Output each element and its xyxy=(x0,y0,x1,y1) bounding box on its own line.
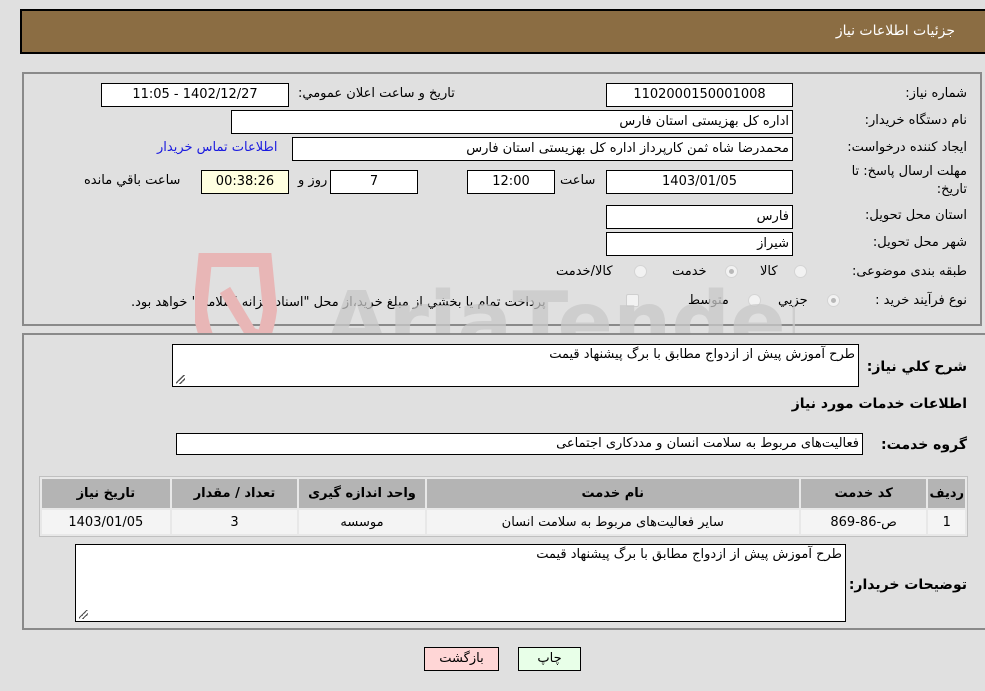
creator-field: محمدرضا شاه ثمن کارپرداز اداره کل بهزیست… xyxy=(292,137,793,161)
category-label: طبقه بندی موضوعی: xyxy=(851,264,967,279)
province-field: فارس xyxy=(606,205,793,229)
services-heading: اطلاعات خدمات مورد نیاز xyxy=(791,396,967,412)
print-button[interactable]: چاپ xyxy=(518,647,581,671)
days-label: روز و xyxy=(298,173,328,188)
cell-unit: موسسه xyxy=(299,510,425,534)
buyer-org-label: نام دستگاه خريدار: xyxy=(864,113,967,128)
purchase-radio-minor[interactable] xyxy=(827,294,840,307)
buyer-org-field: اداره کل بهزیستی استان فارس xyxy=(231,110,793,134)
time-label: ساعت xyxy=(560,173,596,188)
treasury-checkbox[interactable] xyxy=(626,294,639,307)
deadline-time-field: 12:00 xyxy=(467,170,555,194)
buyer-notes-label: توضیحات خریدار: xyxy=(848,577,967,593)
creator-label: ایجاد کننده درخواست: xyxy=(847,140,967,155)
announce-datetime-field: 1402/12/27 - 11:05 xyxy=(101,83,289,107)
cell-quantity: 3 xyxy=(171,510,298,534)
announce-label: تاریخ و ساعت اعلان عمومي: xyxy=(298,86,455,101)
general-desc-label: شرح کلي نياز: xyxy=(866,359,967,375)
col-header-service-code: کد خدمت xyxy=(800,479,927,508)
cell-service-code: ص-86-869 xyxy=(800,510,927,534)
page-title: جزئیات اطلاعات نیاز xyxy=(835,23,955,39)
col-header-row-number: ردیف xyxy=(928,479,965,508)
service-group-field: فعالیت‌های مربوط به سلامت انسان و مددکار… xyxy=(176,433,863,455)
deadline-label: مهلت ارسال پاسخ: تا xyxy=(851,164,967,179)
general-desc-text: طرح آموزش پیش از ازدواج مطابق با برگ پیش… xyxy=(549,347,855,362)
col-header-need-date: تاریخ نیاز xyxy=(42,479,170,508)
buyer-contact-link[interactable]: اطلاعات تماس خریدار xyxy=(157,140,277,155)
deadline-date-field: 1403/01/05 xyxy=(606,170,793,194)
need-number-field: 1102000150001008 xyxy=(606,83,793,107)
general-desc-textarea[interactable]: طرح آموزش پیش از ازدواج مطابق با برگ پیش… xyxy=(172,344,859,387)
category-radio-goods-service[interactable] xyxy=(634,265,647,278)
remaining-label: ساعت باقي مانده xyxy=(84,173,181,188)
city-label: شهر محل تحویل: xyxy=(872,235,967,250)
remaining-time-field: 00:38:26 xyxy=(201,170,289,194)
purchase-type-label: نوع فرآيند خريد : xyxy=(875,293,967,308)
purchase-radio-medium[interactable] xyxy=(748,294,761,307)
category-radio-goods[interactable] xyxy=(794,265,807,278)
page-header: جزئیات اطلاعات نیاز xyxy=(20,9,985,54)
resize-grip-icon[interactable] xyxy=(79,610,88,619)
buyer-notes-textarea[interactable]: طرح آموزش پیش از ازدواج مطابق با برگ پیش… xyxy=(75,544,846,622)
category-option-service: خدمت xyxy=(672,264,707,279)
purchase-option-medium: متوسط xyxy=(688,293,729,308)
category-option-goods-service: کالا/خدمت xyxy=(556,264,613,279)
buyer-notes-text: طرح آموزش پیش از ازدواج مطابق با برگ پیش… xyxy=(536,547,842,562)
cell-need-date: 1403/01/05 xyxy=(42,510,170,534)
col-header-quantity: تعداد / مقدار xyxy=(171,479,298,508)
col-header-service-name: نام خدمت xyxy=(426,479,799,508)
days-field: 7 xyxy=(330,170,418,194)
service-group-label: گروه خدمت: xyxy=(881,437,967,453)
cell-service-name: سایر فعالیت‌های مربوط به سلامت انسان xyxy=(426,510,799,534)
back-button[interactable]: بازگشت xyxy=(424,647,499,671)
table-row: 1 ص-86-869 سایر فعالیت‌های مربوط به سلام… xyxy=(42,510,965,534)
category-option-goods: کالا xyxy=(760,264,778,279)
services-table: ردیف کد خدمت نام خدمت واحد اندازه گیری ت… xyxy=(39,476,968,537)
need-number-label: شماره نیاز: xyxy=(905,86,967,101)
cell-row-number: 1 xyxy=(928,510,965,534)
province-label: استان محل تحویل: xyxy=(865,208,967,223)
col-header-unit: واحد اندازه گیری xyxy=(299,479,425,508)
treasury-note: پرداخت تمام يا بخشي از مبلغ خريد،از محل … xyxy=(131,295,546,310)
category-radio-service[interactable] xyxy=(725,265,738,278)
table-header-row: ردیف کد خدمت نام خدمت واحد اندازه گیری ت… xyxy=(42,479,965,508)
deadline-label-2: تاريخ: xyxy=(936,182,967,197)
purchase-option-minor: جزيي xyxy=(778,293,808,308)
city-field: شیراز xyxy=(606,232,793,256)
resize-grip-icon[interactable] xyxy=(176,375,185,384)
